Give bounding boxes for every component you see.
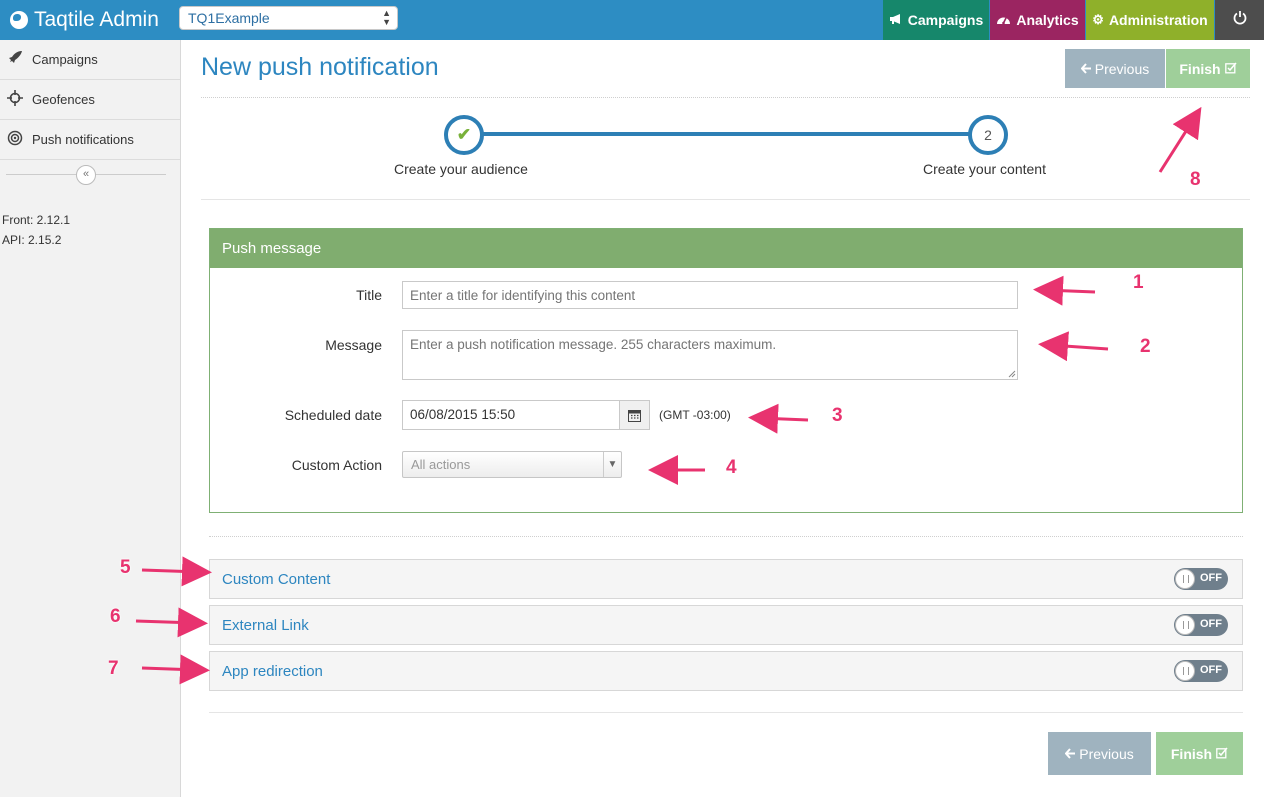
custom-action-label: Custom Action (291, 457, 382, 473)
sidebar-item-campaigns[interactable]: Campaigns (0, 40, 180, 80)
previous-button-bottom[interactable]: Previous (1048, 732, 1151, 775)
sidebar-item-geofences[interactable]: Geofences (0, 80, 180, 120)
sidebar-item-label: Campaigns (32, 52, 98, 67)
divider (201, 97, 1250, 98)
sidebar-item-label: Geofences (32, 92, 95, 107)
sidebar-item-label: Push notifications (32, 132, 134, 147)
sidebar-item-push-notifications[interactable]: Push notifications (0, 120, 180, 160)
rocket-icon (6, 50, 24, 69)
panel-heading: Push message (210, 229, 1242, 268)
target-icon (6, 130, 24, 149)
arrow-left-icon (1064, 746, 1076, 762)
toggle-state: OFF (1200, 664, 1222, 676)
section-label: App redirection (222, 663, 323, 680)
nav-analytics[interactable]: Analytics (990, 0, 1085, 40)
toggle-knob (1175, 569, 1195, 589)
app-redirection-toggle[interactable]: OFF (1174, 660, 1228, 682)
step-2-number: 2 (984, 127, 992, 143)
message-textarea[interactable] (402, 330, 1018, 380)
custom-content-toggle[interactable]: OFF (1174, 568, 1228, 590)
globe-icon (10, 11, 28, 29)
calendar-button[interactable] (619, 400, 650, 430)
select-arrows-icon: ▲ ▼ (382, 8, 391, 27)
section-label: Custom Content (222, 571, 331, 588)
previous-label: Previous (1094, 60, 1150, 77)
step-1-circle: ✔ (444, 115, 484, 155)
collapse-sidebar-button[interactable]: « (76, 165, 96, 185)
step-2-circle: 2 (968, 115, 1008, 155)
version-info: Front: 2.12.1 API: 2.15.2 (2, 210, 70, 250)
annotation-label-1: 1 (1133, 272, 1144, 293)
message-label: Message (325, 337, 382, 353)
front-version: Front: 2.12.1 (2, 213, 71, 227)
page-title: New push notification (201, 53, 439, 81)
app-select[interactable]: TQ1Example ▲ ▼ (179, 6, 398, 30)
arrow-left-icon (1080, 61, 1092, 77)
divider (209, 712, 1243, 713)
divider (209, 536, 1243, 537)
external-link-toggle[interactable]: OFF (1174, 614, 1228, 636)
nav-analytics-label: Analytics (1016, 12, 1079, 28)
power-icon (1233, 10, 1247, 30)
annotation-label-7: 7 (108, 658, 119, 679)
annotation-label-6: 6 (110, 606, 121, 627)
logout-button[interactable] (1215, 0, 1264, 40)
api-version: API: 2.15.2 (2, 233, 62, 247)
check-square-icon (1216, 746, 1228, 762)
toggle-knob (1175, 661, 1195, 681)
step-2-label: Create your content (923, 161, 1046, 177)
section-external-link[interactable]: External Link OFF (209, 605, 1243, 645)
finish-label: Finish (1179, 60, 1221, 77)
sidebar-collapse-row: « (0, 160, 180, 190)
title-input[interactable] (402, 281, 1018, 309)
divider (201, 199, 1250, 200)
section-app-redirection[interactable]: App redirection OFF (209, 651, 1243, 691)
crosshair-icon (6, 90, 24, 109)
finish-label: Finish (1170, 745, 1213, 762)
scheduled-date-input[interactable]: 06/08/2015 15:50 (402, 400, 620, 430)
section-custom-content[interactable]: Custom Content OFF (209, 559, 1243, 599)
title-label: Title (356, 287, 382, 303)
timezone-label: (GMT -03:00) (659, 408, 731, 422)
chevron-down-icon: ▼ (603, 452, 621, 477)
dashboard-icon (996, 13, 1011, 28)
nav-campaigns[interactable]: Campaigns (883, 0, 989, 40)
nav-campaigns-label: Campaigns (907, 12, 984, 28)
scheduled-date-label: Scheduled date (284, 407, 382, 423)
finish-button-top[interactable]: Finish (1166, 49, 1250, 88)
annotation-label-3: 3 (832, 405, 843, 426)
nav-administration[interactable]: ⚙ Administration (1086, 0, 1214, 40)
sidebar: Campaigns Geofences Push notifications «… (0, 40, 181, 797)
toggle-state: OFF (1200, 618, 1222, 630)
toggle-state: OFF (1200, 572, 1222, 584)
step-1-label: Create your audience (394, 161, 528, 177)
nav-administration-label: Administration (1108, 12, 1208, 28)
stepper-line (480, 132, 971, 136)
top-navbar: Taqtile Admin TQ1Example ▲ ▼ Campaigns An… (0, 0, 1264, 40)
annotation-label-2: 2 (1140, 336, 1151, 357)
check-icon: ✔ (456, 125, 472, 144)
annotation-arrow-8 (1158, 106, 1202, 173)
section-label: External Link (222, 617, 309, 634)
custom-action-value: All actions (411, 457, 471, 472)
annotation-label-4: 4 (726, 457, 737, 478)
calendar-icon (628, 409, 641, 422)
app-select-value: TQ1Example (188, 10, 270, 26)
megaphone-icon (889, 13, 903, 28)
previous-button-top[interactable]: Previous (1065, 49, 1165, 88)
brand-name: Taqtile Admin (34, 8, 159, 31)
brand-link[interactable]: Taqtile Admin (10, 6, 159, 34)
finish-button-bottom[interactable]: Finish (1156, 732, 1243, 775)
gear-icon: ⚙ (1092, 12, 1104, 27)
resize-handle-icon[interactable] (1008, 370, 1016, 378)
custom-action-select[interactable]: All actions ▼ (402, 451, 622, 478)
check-square-icon (1224, 61, 1237, 77)
annotation-label-5: 5 (120, 557, 131, 578)
previous-label: Previous (1079, 745, 1134, 762)
annotation-label-8: 8 (1190, 169, 1201, 190)
toggle-knob (1175, 615, 1195, 635)
